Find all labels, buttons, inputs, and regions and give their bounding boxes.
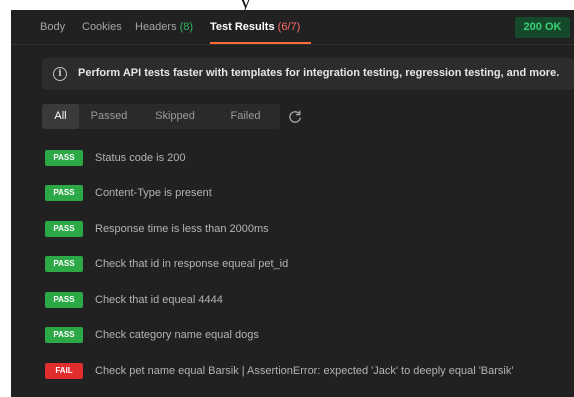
tab-label: Test Results	[210, 21, 275, 33]
info-icon: i	[53, 67, 67, 81]
status-badge: 200 OK	[515, 17, 570, 38]
test-name: Check that id equeal 4444	[95, 294, 223, 306]
tab-label: Headers	[135, 21, 177, 33]
info-banner[interactable]: i Perform API tests faster with template…	[42, 58, 574, 90]
response-panel: Body Cookies Headers (8) Test Results (6…	[11, 10, 574, 397]
tab-label: Cookies	[82, 21, 122, 33]
filter-passed[interactable]: Passed	[79, 104, 139, 129]
pass-badge: PASS	[45, 327, 83, 343]
pass-badge: PASS	[45, 185, 83, 201]
tab-headers[interactable]: Headers (8)	[135, 21, 193, 33]
response-tabs: Body Cookies Headers (8) Test Results (6…	[11, 10, 574, 45]
active-tab-indicator	[210, 42, 311, 44]
pass-badge: PASS	[45, 150, 83, 166]
test-name: Check pet name equal Barsik | AssertionE…	[95, 365, 514, 377]
tab-test-results[interactable]: Test Results (6/7)	[210, 21, 300, 33]
tab-cookies[interactable]: Cookies	[82, 21, 122, 33]
test-name: Content-Type is present	[95, 187, 212, 199]
filter-skipped[interactable]: Skipped	[139, 104, 211, 129]
pass-badge: PASS	[45, 256, 83, 272]
tab-body[interactable]: Body	[40, 21, 65, 33]
filter-all[interactable]: All	[42, 104, 79, 129]
refresh-icon[interactable]	[287, 109, 303, 125]
pass-badge: PASS	[45, 221, 83, 237]
test-name: Response time is less than 2000ms	[95, 223, 269, 235]
filter-bar: All Passed Skipped Failed	[42, 104, 280, 129]
tab-count: (6/7)	[277, 21, 301, 33]
fail-badge: FAIL	[45, 363, 83, 379]
tab-label: Body	[40, 21, 66, 33]
filter-failed[interactable]: Failed	[211, 104, 280, 129]
test-name: Status code is 200	[95, 152, 186, 164]
test-name: Check that id in response equeal pet_id	[95, 258, 289, 270]
pass-badge: PASS	[45, 292, 83, 308]
test-name: Check category name equal dogs	[95, 329, 259, 341]
banner-text: Perform API tests faster with templates …	[78, 67, 560, 79]
tab-count: (8)	[179, 21, 194, 33]
